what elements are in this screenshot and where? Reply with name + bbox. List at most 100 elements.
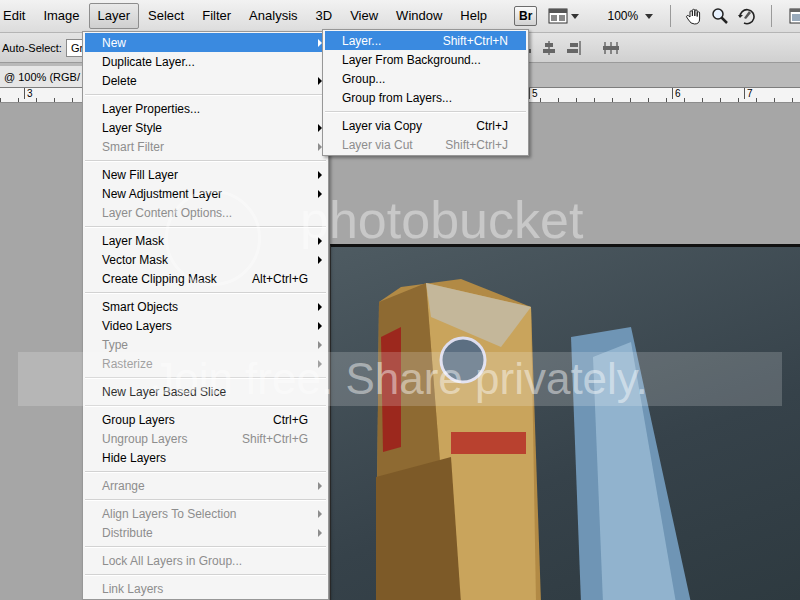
menu-item: Type	[85, 335, 326, 354]
separator-line	[85, 377, 326, 379]
menu-item[interactable]: New Adjustment Layer	[85, 184, 326, 203]
rotate-view-icon[interactable]	[737, 7, 757, 25]
align-icon[interactable]	[564, 39, 582, 57]
menu-bar-item[interactable]: Filter	[193, 3, 240, 29]
dropdown-arrow-icon[interactable]	[571, 14, 579, 19]
menu-item-label[interactable]: Smart Objects	[102, 300, 312, 314]
arrange-documents-button[interactable]	[545, 7, 582, 25]
menu-bar-item[interactable]: Analysis	[240, 3, 306, 29]
menu-bar-item[interactable]: Select	[139, 3, 193, 29]
menu-item[interactable]: Create Clipping MaskAlt+Ctrl+G	[85, 269, 326, 288]
menu-item-label[interactable]: Vector Mask	[102, 253, 312, 267]
menu-item-label[interactable]: Group...	[342, 72, 512, 86]
submenu-arrow-icon	[318, 303, 322, 311]
menu-item[interactable]: Group...	[325, 69, 526, 88]
menu-item-label[interactable]: Group from Layers...	[342, 91, 512, 105]
menu-item-label: Ungroup Layers	[102, 432, 232, 446]
menu-item-label[interactable]: Hide Layers	[102, 451, 312, 465]
align-icon[interactable]	[602, 39, 620, 57]
align-buttons	[516, 39, 620, 57]
menu-item-shortcut: Shift+Ctrl+G	[242, 432, 308, 446]
menu-separator	[85, 156, 326, 165]
menu-item-shortcut: Shift+Ctrl+J	[445, 138, 508, 152]
screen-mode-icon[interactable]	[789, 8, 800, 24]
menu-item-label[interactable]: Duplicate Layer...	[102, 55, 312, 69]
submenu-arrow-slot	[312, 171, 322, 179]
submenu-arrow-icon	[318, 360, 322, 368]
dropdown-arrow-icon[interactable]	[645, 14, 653, 19]
menu-item: Rasterize	[85, 354, 326, 373]
menu-item[interactable]: Layer From Background...	[325, 50, 526, 69]
menu-item[interactable]: New	[85, 33, 326, 52]
menu-item[interactable]: Group from Layers...	[325, 88, 526, 107]
menu-item-label: Type	[102, 338, 312, 352]
menu-item-label[interactable]: Layer Properties...	[102, 102, 312, 116]
menu-item[interactable]: New Layer Based Slice	[85, 382, 326, 401]
menu-item[interactable]: Hide Layers	[85, 448, 326, 467]
menu-item[interactable]: Layer Properties...	[85, 99, 326, 118]
menu-item-label[interactable]: New	[102, 36, 312, 50]
menu-item-label[interactable]: Create Clipping Mask	[102, 272, 242, 286]
menu-item: Layer via CutShift+Ctrl+J	[325, 135, 526, 154]
menu-item[interactable]: Layer...Shift+Ctrl+N	[325, 31, 526, 50]
menu-item: Distribute	[85, 523, 326, 542]
bridge-button[interactable]: Br	[514, 6, 537, 26]
submenu-arrow-icon	[318, 482, 322, 490]
menu-separator	[85, 373, 326, 382]
menu-item-label[interactable]: Layer via Copy	[342, 119, 466, 133]
align-icon[interactable]	[540, 39, 558, 57]
menu-item-label[interactable]: Layer Style	[102, 121, 312, 135]
submenu-arrow-icon	[318, 171, 322, 179]
menu-item[interactable]: Delete	[85, 71, 326, 90]
zoom-level-dropdown[interactable]: 100%	[600, 8, 656, 24]
layer-menu: New Duplicate Layer... Delete Layer Propert…	[82, 31, 329, 600]
menu-item-label[interactable]: New Layer Based Slice	[102, 385, 312, 399]
menu-item-label[interactable]: New Adjustment Layer	[102, 187, 312, 201]
menu-separator	[85, 570, 326, 579]
menu-item[interactable]: Layer Style	[85, 118, 326, 137]
menu-item[interactable]: Group LayersCtrl+G	[85, 410, 326, 429]
menu-item-label[interactable]: Delete	[102, 74, 312, 88]
menu-bar-item[interactable]: 3D	[307, 3, 342, 29]
menu-item-label[interactable]: Group Layers	[102, 413, 263, 427]
menu-item-label[interactable]: Video Layers	[102, 319, 312, 333]
menu-bar-item[interactable]: Help	[451, 3, 496, 29]
menu-bar-item[interactable]: Layer	[89, 3, 140, 29]
menu-item[interactable]: Layer via CopyCtrl+J	[325, 116, 526, 135]
menu-item: Ungroup Layers Shift+Ctrl+G	[85, 429, 326, 448]
menu-item-label[interactable]: Layer...	[342, 34, 433, 48]
menu-bar-item[interactable]: Image	[34, 3, 88, 29]
menu-item-label[interactable]: New Fill Layer	[102, 168, 312, 182]
menu-separator	[85, 90, 326, 99]
menu-item[interactable]: New Fill Layer	[85, 165, 326, 184]
menu-item: Link Layers	[85, 579, 326, 598]
submenu-arrow-slot	[312, 482, 322, 490]
menu-item[interactable]: Smart Objects	[85, 297, 326, 316]
separator-line	[85, 405, 326, 407]
menu-bar-item[interactable]: Window	[387, 3, 451, 29]
zoom-level[interactable]: 100%	[603, 9, 642, 23]
ruler-number: 7	[744, 88, 755, 99]
menu-separator	[85, 222, 326, 231]
menu-bar-item[interactable]: View	[341, 3, 387, 29]
separator-line	[85, 226, 326, 228]
submenu-arrow-slot	[312, 322, 322, 330]
menu-item[interactable]: Video Layers	[85, 316, 326, 335]
menu-item[interactable]: Layer Mask	[85, 231, 326, 250]
menu-item-label[interactable]: Layer From Background...	[342, 53, 512, 67]
arrange-icon[interactable]	[548, 8, 568, 24]
submenu-arrow-slot	[312, 256, 322, 264]
screen-mode-button[interactable]	[786, 7, 800, 25]
zoom-tool-icon[interactable]	[711, 7, 729, 25]
menu-item-label[interactable]: Layer Mask	[102, 234, 312, 248]
menu-item: Align Layers To Selection	[85, 504, 326, 523]
separator-line	[85, 292, 326, 294]
menu-bar-item[interactable]: Edit	[0, 3, 34, 29]
hand-tool-icon[interactable]	[685, 7, 703, 25]
separator-line	[85, 94, 326, 96]
menu-item[interactable]: Duplicate Layer...	[85, 52, 326, 71]
separator-line	[85, 546, 326, 548]
separator-line	[85, 499, 326, 501]
city-photo	[331, 247, 800, 600]
menu-item[interactable]: Vector Mask	[85, 250, 326, 269]
